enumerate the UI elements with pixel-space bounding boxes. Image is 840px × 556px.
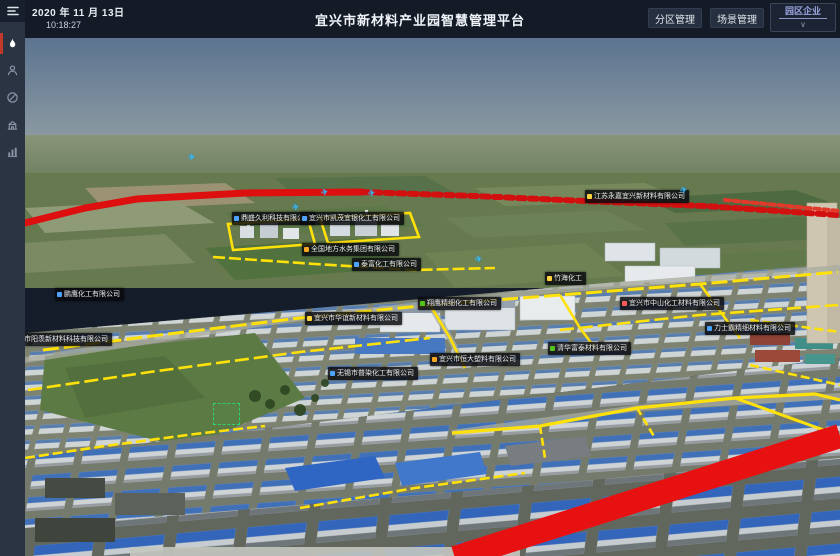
scene-management-button[interactable]: 场景管理 <box>710 8 764 28</box>
company-label[interactable]: 清华富泰材料有限公司 <box>548 342 631 355</box>
company-label[interactable]: 宜兴市凯茂宜银化工有限公司 <box>300 212 404 225</box>
company-marker-icon <box>622 301 627 306</box>
company-label[interactable]: 全国地方水务集团有限公司 <box>302 243 399 256</box>
page-title: 宜兴市新材料产业园智慧管理平台 <box>315 10 525 29</box>
company-marker-icon <box>420 301 425 306</box>
dropdown-selected-value: 园区企业 <box>779 6 827 19</box>
company-label[interactable]: 宜兴市华谊新材料有限公司 <box>305 312 402 325</box>
sky <box>25 38 840 138</box>
company-marker-icon <box>432 357 437 362</box>
company-label[interactable]: 宜兴市阳羡新材料科技有限公司 <box>25 333 112 346</box>
flame-icon <box>6 37 19 50</box>
sidebar-item-menu[interactable] <box>0 0 25 22</box>
company-label[interactable]: 鹏鹰化工有限公司 <box>55 288 124 301</box>
company-marker-icon <box>354 262 359 267</box>
company-marker-icon <box>550 346 555 351</box>
globe-icon <box>6 91 19 104</box>
sidebar-item-alerts[interactable] <box>0 30 25 57</box>
company-marker-icon <box>330 371 335 376</box>
company-label[interactable]: 竹海化工 <box>545 272 586 285</box>
top-bar: 2020 年 11 月 13日 10:18:27 宜兴市新材料产业园智慧管理平台… <box>0 0 840 38</box>
app-window: 2020 年 11 月 13日 10:18:27 宜兴市新材料产业园智慧管理平台… <box>0 0 840 556</box>
company-marker-icon <box>307 316 312 321</box>
company-marker-icon <box>547 276 552 281</box>
sidebar-item-personnel[interactable] <box>0 57 25 84</box>
company-marker-icon <box>587 194 592 199</box>
company-marker-icon <box>302 216 307 221</box>
company-marker-icon <box>57 292 62 297</box>
company-label[interactable]: 宜兴市恒大塑料有限公司 <box>430 353 520 366</box>
company-label[interactable]: 江苏永嘉宜兴新材料有限公司 <box>585 190 689 203</box>
company-label[interactable]: 无锡市普染化工有限公司 <box>328 367 418 380</box>
distant-land <box>25 135 840 177</box>
menu-icon <box>6 4 20 18</box>
map-3d-viewport[interactable]: 鼎盛久利科技有限公司 宜兴市凯茂宜银化工有限公司 全国地方水务集团有限公司 泰富… <box>25 38 840 556</box>
factory-icon <box>6 118 19 131</box>
company-label[interactable]: 翔鹰精细化工有限公司 <box>418 297 501 310</box>
sidebar-item-enterprise[interactable] <box>0 111 25 138</box>
company-marker-icon <box>707 326 712 331</box>
zone-management-button[interactable]: 分区管理 <box>648 8 702 28</box>
company-label[interactable]: 宜兴市中山化工材料有限公司 <box>620 297 724 310</box>
company-marker-icon <box>304 247 309 252</box>
bar-chart-icon <box>6 145 19 158</box>
company-label[interactable]: 力士霸精细材料有限公司 <box>705 322 795 335</box>
sidebar-item-environment[interactable] <box>0 84 25 111</box>
company-label[interactable]: 泰富化工有限公司 <box>352 258 421 271</box>
park-enterprise-dropdown[interactable]: 园区企业 ∨ <box>770 3 836 32</box>
current-time: 10:18:27 <box>46 20 81 30</box>
chevron-down-icon: ∨ <box>800 20 806 29</box>
left-toolbar <box>0 0 25 556</box>
user-icon <box>6 64 19 77</box>
current-date: 2020 年 11 月 13日 <box>32 4 125 19</box>
sidebar-item-statistics[interactable] <box>0 138 25 165</box>
company-marker-icon <box>234 216 239 221</box>
